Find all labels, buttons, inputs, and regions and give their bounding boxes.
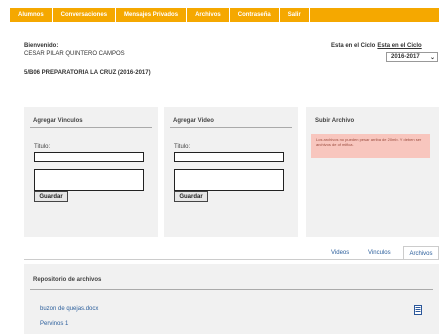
cycle-link[interactable]: Esta en el Ciclo xyxy=(377,43,421,49)
nav-alumnos[interactable]: Alumnos xyxy=(10,8,53,22)
nav-salir[interactable]: Salir xyxy=(280,8,310,22)
top-nav: Alumnos Conversaciones Mensajes Privados… xyxy=(10,8,439,22)
nav-conversaciones[interactable]: Conversaciones xyxy=(53,8,117,22)
nav-contrasena[interactable]: Contraseña xyxy=(230,8,280,22)
video-textarea[interactable] xyxy=(174,169,284,191)
tab-videos[interactable]: Videos xyxy=(331,250,349,256)
panel-title: Agregar Video xyxy=(170,107,292,128)
welcome-block: Bienvenido: CESAR PILAR QUINTERO CAMPOS xyxy=(24,43,125,58)
cycle-select[interactable]: 2016-2017 ⌄ xyxy=(386,52,438,62)
tab-divider xyxy=(24,259,439,260)
cycle-selected-value: 2016-2017 xyxy=(391,54,420,60)
pagination-link[interactable]: Pervinos 1 xyxy=(40,321,68,327)
welcome-label: Bienvenido: xyxy=(24,43,59,49)
user-name: CESAR PILAR QUINTERO CAMPOS xyxy=(24,50,125,57)
panel-title: Subir Archivo xyxy=(315,118,355,124)
cycle-block: Esta en el Ciclo Esta en el Ciclo 2016-2… xyxy=(331,43,439,62)
url-textarea[interactable] xyxy=(34,169,144,191)
titulo-label: Titulo: xyxy=(34,144,51,150)
repositorio-archivos: Repositorio de archivos buzon de quejas.… xyxy=(24,264,439,334)
panel-agregar-vinculos: Agregar Vinculos Titulo: Guardar xyxy=(24,107,158,237)
repo-title: Repositorio de archivos xyxy=(33,277,102,283)
file-link[interactable]: buzon de quejas.docx xyxy=(40,306,98,312)
tab-vinculos[interactable]: Vinculos xyxy=(368,250,391,256)
guardar-button[interactable]: Guardar xyxy=(34,191,68,202)
repo-divider xyxy=(30,289,433,290)
panel-subir-archivo: Subir Archivo Los archivos no pueden pes… xyxy=(306,107,439,237)
titulo-label: Titulo: xyxy=(174,144,191,150)
titulo-input[interactable] xyxy=(174,152,284,162)
chevron-down-icon: ⌄ xyxy=(429,55,435,61)
panel-agregar-video: Agregar Video Titulo: Guardar xyxy=(164,107,298,237)
nav-mensajes-privados[interactable]: Mensajes Privados xyxy=(116,8,188,22)
cycle-label: Esta en el Ciclo xyxy=(331,43,376,49)
word-document-icon[interactable] xyxy=(414,305,422,315)
tab-archivos[interactable]: Archivos xyxy=(403,246,439,260)
nav-archivos[interactable]: Archivos xyxy=(187,8,230,22)
upload-notice: Los archivos no pueden pesar arriba de 2… xyxy=(311,134,430,158)
guardar-button[interactable]: Guardar xyxy=(174,191,208,202)
titulo-input[interactable] xyxy=(34,152,144,162)
panel-title: Agregar Vinculos xyxy=(30,107,152,128)
school-name: 5/B06 PREPARATORIA LA CRUZ (2016-2017) xyxy=(24,70,151,76)
